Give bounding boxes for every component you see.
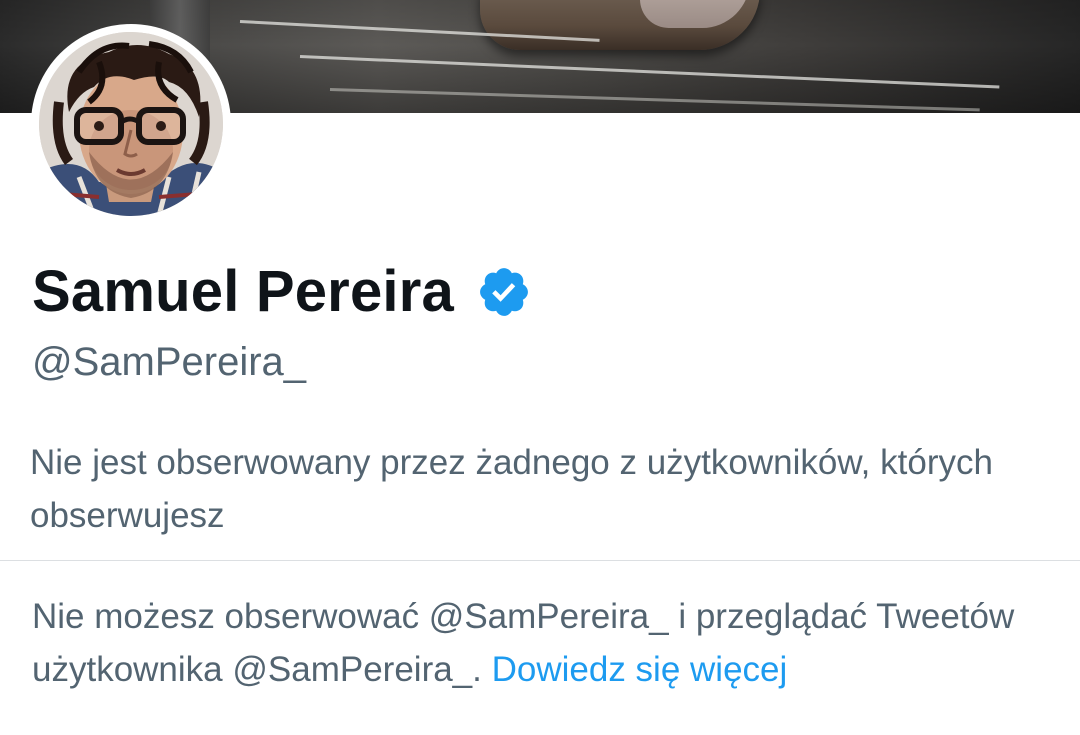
profile-page: Samuel Pereira @SamPereira_ Nie jest obs…: [0, 0, 1080, 735]
banner-road-marking: [329, 88, 980, 112]
followers-you-know-text[interactable]: Nie jest obserwowany przez żadnego z uży…: [30, 436, 1040, 542]
profile-name-row: Samuel Pereira: [32, 258, 532, 326]
display-name: Samuel Pereira: [32, 259, 454, 324]
avatar[interactable]: [31, 24, 231, 224]
avatar-illustration: [39, 32, 223, 216]
avatar-image: [39, 32, 223, 216]
protected-account-notice: Nie możesz obserwować @SamPereira_ i prz…: [32, 590, 1072, 696]
learn-more-link[interactable]: Dowiedz się więcej: [492, 650, 788, 689]
divider: [0, 560, 1080, 561]
verified-badge-icon[interactable]: [476, 264, 532, 320]
profile-handle: @SamPereira_: [32, 340, 307, 384]
banner-road-marking: [299, 55, 1000, 89]
